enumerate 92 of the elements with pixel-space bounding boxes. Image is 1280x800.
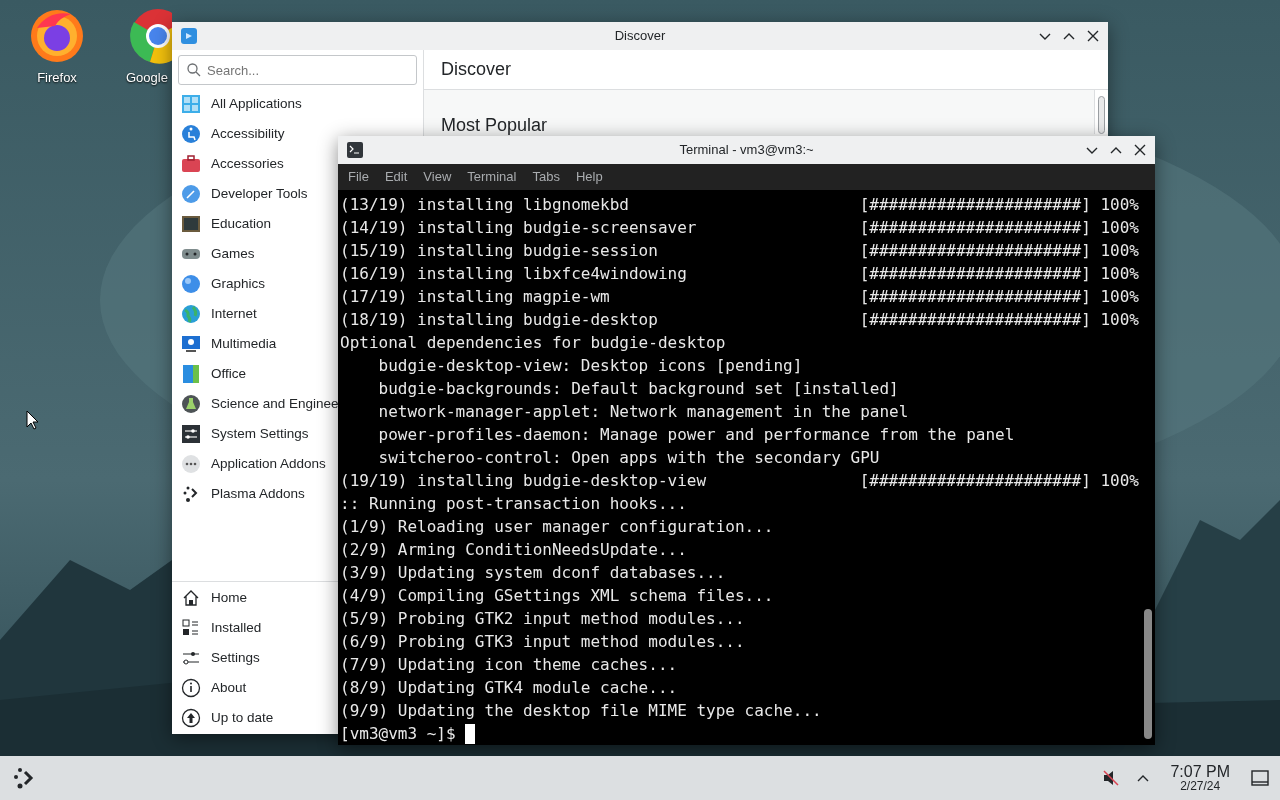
progress-text: [######################] 100%: [859, 240, 1139, 262]
scrollbar[interactable]: [1094, 90, 1108, 134]
output-line: (1/9) Reloading user manager configuration...: [340, 516, 774, 538]
mouse-pointer-icon: [26, 410, 40, 430]
nav-item[interactable]: Installed: [172, 613, 262, 643]
output-line: (2/9) Arming ConditionNeedsUpdate...: [340, 539, 687, 561]
output-line: (13/19) installing libgnomekbd: [340, 194, 629, 216]
output-line: switcheroo-control: Open apps with the secondary GPU: [377, 447, 880, 469]
category-item[interactable]: Office: [172, 359, 246, 389]
nav-item[interactable]: Up to date: [172, 703, 274, 733]
category-item[interactable]: Accessibility: [172, 119, 285, 149]
category-item[interactable]: Internet: [172, 299, 257, 329]
icon-label[interactable]: Google: [126, 68, 168, 88]
output-line: (6/9) Probing GTK3 input method modules...: [340, 631, 745, 653]
output-line: (7/9) Updating icon theme caches...: [340, 654, 678, 676]
category-item[interactable]: Accessories: [172, 149, 284, 179]
sphere-icon: [181, 274, 201, 294]
progress-text: [######################] 100%: [859, 217, 1139, 239]
ellipsis-icon: [181, 454, 201, 474]
info-icon: [181, 678, 201, 698]
output-line: :: Running post-transaction hooks...: [340, 493, 687, 515]
clock-date[interactable]: 2/27/24: [1180, 780, 1221, 792]
accessibility-icon: [181, 124, 201, 144]
menu-item[interactable]: Terminal: [459, 167, 525, 187]
toolbox-icon: [181, 154, 201, 174]
category-item[interactable]: Application Addons: [172, 449, 326, 479]
terminal-icon[interactable]: [346, 141, 364, 159]
monitor-icon: [181, 334, 201, 354]
category-item[interactable]: Games: [172, 239, 255, 269]
output-line: (19/19) installing budgie-desktop-view: [340, 470, 707, 492]
text-cursor: [465, 724, 476, 744]
progress-text: [######################] 100%: [859, 286, 1139, 308]
progress-text: [######################] 100%: [859, 263, 1139, 285]
output-line: (8/9) Updating GTK4 module cache...: [340, 677, 678, 699]
progress-text: [######################] 100%: [859, 309, 1139, 331]
close-icon[interactable]: [1133, 143, 1147, 157]
search-icon: [186, 62, 202, 78]
output-line: (16/19) installing libxfce4windowing: [340, 263, 687, 285]
menu-item[interactable]: Edit: [376, 167, 416, 187]
app-icon[interactable]: [180, 27, 198, 45]
show-desktop-icon[interactable]: [1250, 768, 1270, 788]
list-icon: [181, 618, 201, 638]
output-line: power-profiles-daemon: Manage power and performance from the panel: [377, 424, 1015, 446]
home-icon: [181, 588, 201, 608]
output-line: budgie-desktop-view: Desktop icons [pending]: [377, 355, 803, 377]
output-line: (3/9) Updating system dconf databases...: [340, 562, 726, 584]
output-line: budgie-backgrounds: Default background set [installed]: [377, 378, 899, 400]
category-item[interactable]: Graphics: [172, 269, 266, 299]
mute-icon[interactable]: [1102, 769, 1121, 787]
output-line: (4/9) Compiling GSettings XML schema files...: [340, 585, 774, 607]
window-title: Terminal - vm3@vm3:~: [679, 141, 814, 160]
progress-text: [######################] 100%: [859, 194, 1139, 216]
category-item[interactable]: Plasma Addons: [172, 479, 305, 509]
page-title: Discover: [441, 58, 511, 81]
search-field[interactable]: Search...: [178, 55, 417, 85]
window-title: Discover: [614, 27, 666, 46]
document-icon: [181, 364, 201, 384]
category-item[interactable]: All Applications: [172, 89, 302, 119]
sliders-icon: [181, 424, 201, 444]
grid-icon: [181, 94, 201, 114]
output-line: (9/9) Updating the desktop file MIME type cache...: [340, 700, 822, 722]
close-icon[interactable]: [1086, 29, 1100, 43]
prompt-text: [vm3@vm3 ~]$: [340, 723, 457, 745]
nav-item[interactable]: Home: [172, 583, 247, 613]
category-item[interactable]: System Settings: [172, 419, 309, 449]
chalkboard-icon: [181, 214, 201, 234]
output-line: (17/19) installing magpie-wm: [340, 286, 610, 308]
category-item[interactable]: Science and Enginee: [172, 389, 339, 419]
clock-time[interactable]: 7:07 PM: [1170, 764, 1230, 780]
progress-text: [######################] 100%: [859, 470, 1139, 492]
flask-icon: [181, 394, 201, 414]
nav-item[interactable]: Settings: [172, 643, 260, 673]
menu-item[interactable]: Tabs: [524, 167, 568, 187]
output-line: (15/19) installing budgie-session: [340, 240, 658, 262]
menu-item[interactable]: Help: [567, 167, 611, 187]
category-item[interactable]: Multimedia: [172, 329, 277, 359]
output-line: network-manager-applet: Network management in the panel: [377, 401, 909, 423]
globe-icon: [181, 304, 201, 324]
output-line: (18/19) installing budgie-desktop: [340, 309, 658, 331]
output-line: (5/9) Probing GTK2 input method modules...: [340, 608, 745, 630]
menu-item[interactable]: File: [340, 167, 377, 187]
menu-item[interactable]: View: [415, 167, 460, 187]
icon-label[interactable]: Firefox: [37, 68, 77, 88]
category-item[interactable]: Developer Tools: [172, 179, 308, 209]
output-line: Optional dependencies for budgie-desktop: [340, 332, 726, 354]
scrollbar[interactable]: [1141, 190, 1155, 745]
category-item[interactable]: Education: [172, 209, 272, 239]
output-line: (14/19) installing budgie-screensaver: [340, 217, 697, 239]
fox-icon[interactable]: [29, 8, 85, 64]
upload-icon: [181, 708, 201, 728]
section-title: Most Popular: [441, 115, 548, 135]
nav-item[interactable]: About: [172, 673, 247, 703]
